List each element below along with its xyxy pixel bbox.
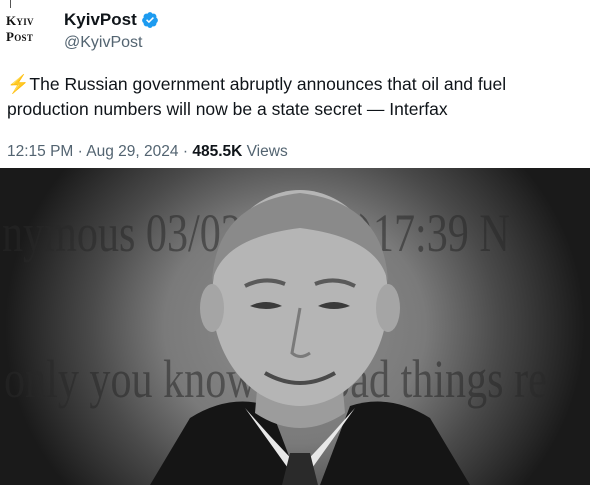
- tweet-time[interactable]: 12:15 PM: [7, 143, 73, 160]
- ear-shape: [200, 284, 224, 332]
- kyivpost-logo[interactable]: Kyiv Post: [6, 14, 52, 46]
- views-count: 485.5K: [192, 143, 243, 160]
- portrait-photo: [150, 190, 470, 485]
- tweet-meta: 12:15 PM · Aug 29, 2024 · 485.5K Views: [7, 143, 288, 161]
- logo-line-2: Post: [6, 29, 34, 44]
- ear-shape: [376, 284, 400, 332]
- views-label: Views: [246, 143, 288, 160]
- tweet-text: ⚡The Russian government abruptly announc…: [7, 72, 583, 122]
- tweet-date[interactable]: Aug 29, 2024: [86, 143, 178, 160]
- account-names: KyivPost @KyivPost: [64, 10, 159, 52]
- display-name-link[interactable]: KyivPost: [64, 10, 159, 30]
- tweet-body: The Russian government abruptly announce…: [7, 74, 507, 119]
- account-handle[interactable]: @KyivPost: [64, 34, 159, 52]
- tweet-header: Kyiv Post KyivPost @KyivPost: [0, 0, 590, 60]
- meta-separator: ·: [77, 143, 83, 160]
- tweet-media-image[interactable]: nymous 03/02/17(Fri)17:39 N only you kno…: [0, 168, 590, 485]
- logo-line-1: Kyiv: [6, 13, 34, 28]
- meta-separator: ·: [182, 143, 189, 160]
- display-name: KyivPost: [64, 10, 137, 29]
- divider: [10, 0, 11, 8]
- verified-badge-icon: [141, 12, 158, 28]
- lightning-icon: ⚡: [7, 74, 30, 94]
